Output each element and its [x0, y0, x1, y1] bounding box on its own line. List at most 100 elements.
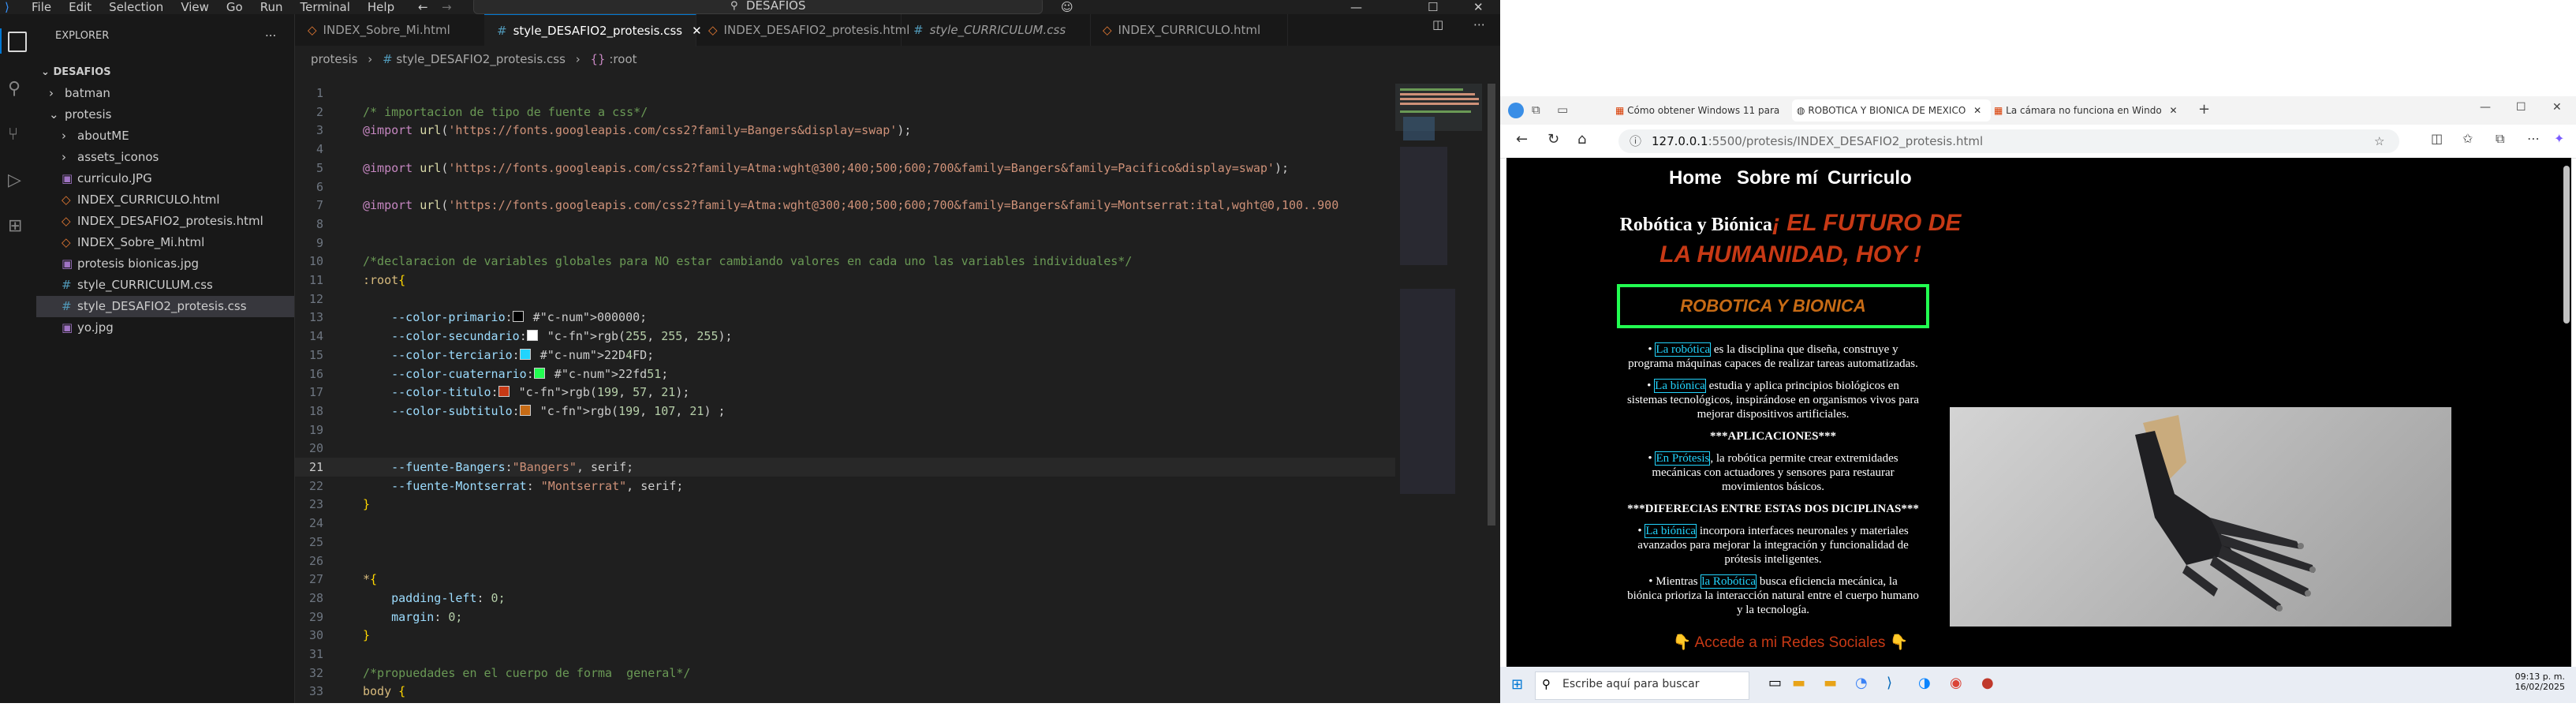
link-robotica[interactable]: La robótica — [1655, 342, 1712, 357]
close-icon[interactable]: ✕ — [2552, 101, 2562, 114]
tree-root-folder[interactable]: ⌄ DESAFIOS — [36, 62, 294, 83]
copilot-icon[interactable]: ✦ — [2554, 131, 2564, 146]
file-explorer-icon[interactable]: ▬ — [1792, 675, 1805, 691]
close-tab-icon[interactable]: ✕ — [1973, 105, 1981, 116]
chrome-taskbar-icon[interactable]: ◉ — [1950, 675, 1962, 691]
taskbar-search[interactable]: ⚲ Escribe aquí para buscar — [1535, 671, 1749, 700]
nav-curriculum-link[interactable]: Curriculo — [1827, 167, 1912, 189]
extensions-icon[interactable]: ⊞ — [8, 216, 28, 237]
tab-actions-icon[interactable]: ▭ — [1557, 103, 1568, 117]
editor-tab[interactable]: ◇ INDEX_Sobre_Mi.html — [295, 14, 485, 46]
copilot-icon[interactable]: ☺ — [1061, 0, 1073, 14]
task-view-icon[interactable]: ▭ — [1768, 675, 1782, 691]
tree-item[interactable]: › assets_iconos — [36, 147, 294, 168]
link-protesis[interactable]: En Prótesis — [1655, 451, 1711, 466]
scrollbar-thumb[interactable] — [1488, 84, 1495, 526]
tree-item[interactable]: # style_CURRICULUM.css — [36, 275, 294, 296]
menu-run[interactable]: Run — [260, 0, 283, 14]
menu-view[interactable]: View — [181, 0, 209, 14]
tree-item[interactable]: ▣ curriculo.JPG — [36, 168, 294, 189]
page-scrollbar-thumb[interactable] — [2563, 166, 2570, 324]
back-icon[interactable]: ← — [1516, 131, 1528, 148]
tree-item[interactable]: ▣ yo.jpg — [36, 317, 294, 339]
maximize-icon[interactable]: ☐ — [2516, 101, 2526, 114]
editor-tab[interactable]: # style_CURRICULUM.css — [901, 14, 1091, 46]
tree-item[interactable]: › batman — [36, 83, 294, 104]
menu-file[interactable]: File — [32, 0, 51, 14]
menu-selection[interactable]: Selection — [109, 0, 163, 14]
url-field[interactable]: ⓘ 127.0.0.1:5500/protesis/INDEX_DESAFIO2… — [1618, 129, 2399, 153]
editor-scrollbar[interactable] — [1486, 84, 1497, 703]
explorer-icon[interactable] — [8, 32, 27, 52]
explorer-more-button[interactable]: ... — [265, 25, 276, 39]
close-tab-icon[interactable]: ✕ — [2170, 105, 2178, 116]
menu-go[interactable]: Go — [226, 0, 243, 14]
split-screen-icon[interactable]: ◫ — [2431, 131, 2443, 146]
line-number: 18 — [308, 403, 323, 418]
link-robotica-2[interactable]: la Robótica — [1701, 574, 1757, 589]
tree-item[interactable]: ⌄ protesis — [36, 104, 294, 125]
edge-taskbar-icon[interactable]: ◑ — [1918, 675, 1931, 691]
profile-avatar[interactable] — [1508, 103, 1524, 118]
nav-home-link[interactable]: Home — [1669, 167, 1722, 189]
more-actions-icon[interactable]: ⋯ — [1473, 17, 1485, 32]
browser-tab[interactable]: ▦ La cámara no funciona en Windo ✕ — [1989, 99, 2196, 122]
tree-item[interactable]: ◇ INDEX_Sobre_Mi.html — [36, 232, 294, 253]
minimize-icon[interactable]: — — [2480, 101, 2491, 114]
menu-dots-icon[interactable]: ⋯ — [2527, 131, 2540, 146]
refresh-icon[interactable]: ↻ — [1547, 131, 1559, 148]
link-bionica-2[interactable]: La biónica — [1645, 524, 1697, 538]
home-icon[interactable]: ⌂ — [1577, 131, 1586, 148]
nav-forward-icon[interactable]: → — [442, 0, 452, 14]
line-number: 6 — [315, 179, 323, 194]
tree-item[interactable]: ▣ protesis bionicas.jpg — [36, 253, 294, 275]
workspaces-icon[interactable]: ⧉ — [1532, 103, 1540, 117]
windows-logo-icon: ▦ — [1994, 105, 2003, 116]
new-tab-icon[interactable]: + — [2198, 101, 2210, 118]
menu-help[interactable]: Help — [368, 0, 394, 14]
command-center[interactable]: ⚲ DESAFIOS — [473, 0, 1043, 14]
editor-tab[interactable]: ◇ INDEX_DESAFIO2_protesis.html — [696, 14, 909, 46]
code-line: 10 /*declaracion de variables globales pa… — [295, 252, 1399, 271]
nav-about-link[interactable]: Sobre mí — [1737, 167, 1818, 189]
breadcrumb-file[interactable]: style_DESAFIO2_protesis.css — [396, 52, 566, 66]
code-text: margin: 0; — [363, 609, 463, 624]
nav-back-icon[interactable]: ← — [418, 0, 428, 14]
source-control-icon[interactable]: ⑂ — [8, 125, 28, 145]
app-taskbar-icon[interactable]: ● — [1981, 675, 1994, 691]
minimap-block — [1403, 117, 1435, 140]
minimize-icon[interactable]: — — [1350, 0, 1362, 14]
tree-item[interactable]: › aboutME — [36, 125, 294, 147]
minimap[interactable] — [1395, 84, 1482, 703]
tree-item[interactable]: ◇ INDEX_CURRICULO.html — [36, 189, 294, 211]
split-editor-icon[interactable]: ◫ — [1432, 17, 1443, 32]
code-editor[interactable]: 1 2/* importacion de tipo de fuente a css… — [295, 84, 1399, 707]
breadcrumb-folder[interactable]: protesis — [311, 52, 357, 66]
close-icon[interactable]: ✕ — [1473, 0, 1484, 14]
vscode-taskbar-icon[interactable]: ⟩ — [1887, 675, 1892, 691]
browser-tab[interactable]: ▦ Cómo obtener Windows 11 para — [1611, 99, 1801, 122]
link-bionica[interactable]: La biónica — [1654, 379, 1706, 393]
favorites-icon[interactable]: ✩ — [2462, 131, 2473, 146]
editor-tab[interactable]: # style_DESAFIO2_protesis.css ✕ — [484, 14, 702, 47]
run-debug-icon[interactable]: ▷ — [8, 170, 28, 191]
menu-terminal[interactable]: Terminal — [301, 0, 350, 14]
browser-tab-active[interactable]: ◍ ROBOTICA Y BIONICA DE MEXICO ✕ — [1792, 99, 1991, 122]
minimap-line — [1400, 88, 1463, 91]
tree-item[interactable]: # style_DESAFIO2_protesis.css — [36, 296, 294, 317]
address-bar: ← ↻ ⌂ ⓘ 127.0.0.1:5500/protesis/INDEX_DE… — [1500, 125, 2576, 159]
tree-item[interactable]: ◇ INDEX_DESAFIO2_protesis.html — [36, 211, 294, 232]
collections-icon[interactable]: ⧉ — [2496, 131, 2504, 147]
maximize-icon[interactable]: ☐ — [1428, 0, 1438, 14]
explorer-folder-icon[interactable]: ▬ — [1824, 675, 1837, 691]
editor-tab[interactable]: ◇ INDEX_CURRICULO.html — [1090, 14, 1288, 46]
search-icon[interactable]: ⚲ — [8, 79, 28, 99]
breadcrumb-symbol[interactable]: :root — [609, 52, 637, 66]
windows-start-icon[interactable]: ⊞ — [1511, 676, 1523, 693]
favorite-star-icon[interactable]: ☆ — [2374, 129, 2384, 153]
tree-item-label: style_DESAFIO2_protesis.css — [77, 299, 247, 313]
edge-icon[interactable]: ◔ — [1855, 675, 1868, 691]
menu-edit[interactable]: Edit — [69, 0, 91, 14]
clock[interactable]: 09:13 p. m. 16/02/2025 — [2510, 671, 2565, 692]
code-line: 1 — [295, 84, 1399, 103]
